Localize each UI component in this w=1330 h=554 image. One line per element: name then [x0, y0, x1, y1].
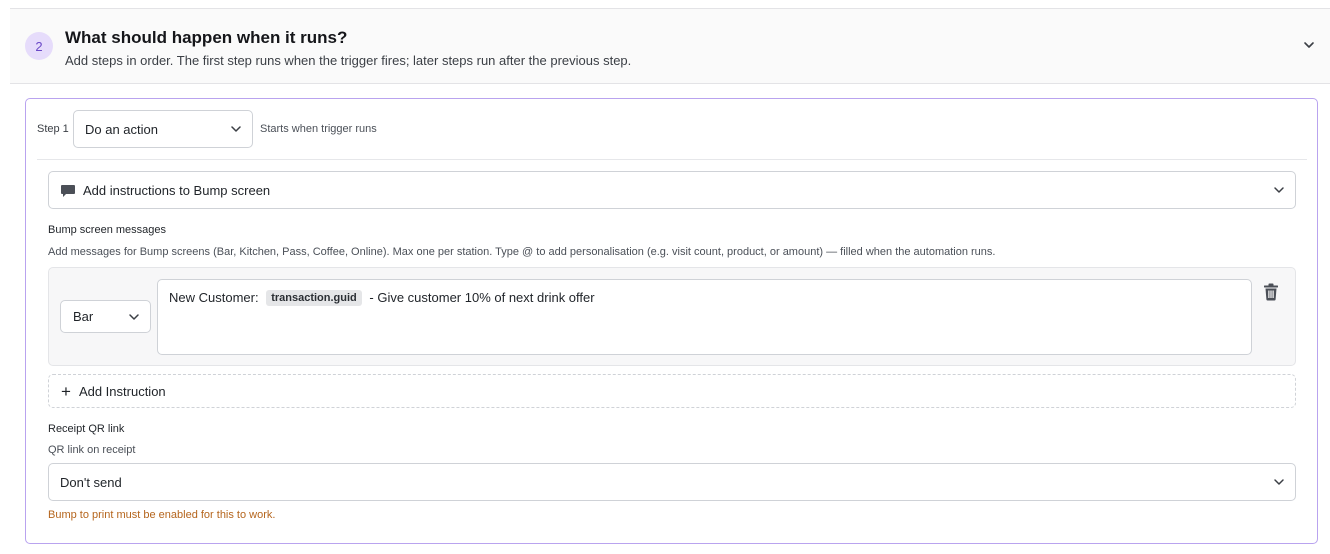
- section-title: What should happen when it runs?: [65, 28, 348, 47]
- chevron-down-icon[interactable]: [1302, 38, 1316, 52]
- add-instruction-label: Add Instruction: [78, 383, 166, 399]
- bump-message-row: Bar New Customer: transaction.guid - Giv…: [48, 267, 1296, 366]
- message-suffix: - Give customer 10% of next drink offer: [369, 290, 595, 306]
- step-label: Step 1: [37, 123, 69, 135]
- action-select-value: Add instructions to Bump screen: [83, 182, 271, 198]
- station-select[interactable]: Bar: [60, 300, 151, 333]
- step-type-value: Do an action: [85, 121, 158, 137]
- plus-icon: +: [61, 381, 71, 401]
- step-type-select[interactable]: Do an action: [73, 110, 253, 148]
- bump-messages-help: Add messages for Bump screens (Bar, Kitc…: [48, 246, 996, 258]
- chevron-down-icon: [231, 126, 241, 132]
- action-select[interactable]: Add instructions to Bump screen: [48, 171, 1296, 209]
- bump-messages-label: Bump screen messages: [48, 224, 166, 236]
- personalisation-token[interactable]: transaction.guid: [266, 289, 362, 306]
- qr-link-select-value: Don't send: [60, 474, 122, 490]
- step-card: Step 1 Do an action Starts when trigger …: [25, 98, 1318, 544]
- qr-link-select[interactable]: Don't send: [48, 463, 1296, 501]
- qr-warning: Bump to print must be enabled for this t…: [48, 509, 276, 521]
- section-number-badge: 2: [25, 32, 53, 60]
- message-editor[interactable]: New Customer: transaction.guid - Give cu…: [157, 279, 1252, 355]
- station-select-value: Bar: [73, 309, 94, 324]
- chevron-down-icon: [1274, 479, 1284, 485]
- section-header[interactable]: 2 What should happen when it runs? Add s…: [10, 8, 1330, 84]
- receipt-qr-sublabel: QR link on receipt: [48, 444, 136, 456]
- chevron-down-icon: [1274, 187, 1284, 193]
- receipt-qr-label: Receipt QR link: [48, 423, 125, 435]
- message-prefix: New Customer:: [169, 290, 259, 306]
- trash-icon[interactable]: [1263, 283, 1279, 301]
- chevron-down-icon: [129, 313, 139, 320]
- section-subtitle: Add steps in order. The first step runs …: [65, 53, 632, 68]
- step-hint: Starts when trigger runs: [260, 123, 377, 135]
- divider: [37, 159, 1307, 160]
- add-instruction-button[interactable]: + Add Instruction: [48, 374, 1296, 408]
- message-icon: [61, 185, 75, 197]
